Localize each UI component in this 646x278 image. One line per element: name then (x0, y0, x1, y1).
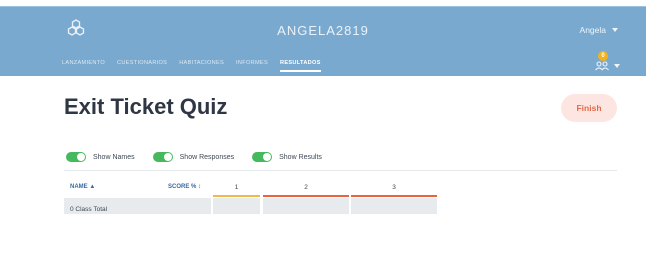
chevron-down-icon (614, 64, 620, 68)
main-nav: LANZAMIENTO CUESTIONARIOS HABITACIONES I… (62, 60, 321, 72)
user-name: Angela (579, 25, 606, 35)
question-1-result-bar (213, 195, 260, 197)
table-header-row: NAME ▲ SCORE % ↕ 1 2 3 (64, 184, 438, 197)
divider (64, 170, 617, 171)
app-title: ANGELA2819 (277, 23, 369, 38)
nav-item-resultados[interactable]: RESULTADOS (279, 60, 321, 72)
question-2-result-bar (263, 195, 349, 197)
toggle-switch[interactable] (66, 152, 86, 162)
question-1-cell (213, 198, 260, 214)
nav-item-informes[interactable]: INFORMES (236, 60, 268, 66)
question-2-cell (263, 198, 349, 214)
toggle-label: Show Responses (179, 153, 235, 161)
toggle-label: Show Results (279, 153, 322, 161)
toggle-show-responses[interactable]: Show Responses (152, 152, 235, 162)
display-toggles: Show Names Show Responses Show Results (66, 152, 322, 162)
toggle-show-names[interactable]: Show Names (66, 152, 135, 162)
top-navigation-bar: ANGELA2819 Angela LANZAMIENTO CUESTIONAR… (0, 6, 646, 76)
column-header-question-1[interactable]: 1 (213, 184, 260, 191)
finish-button[interactable]: Finish (561, 94, 617, 122)
row-name: 0 Class Total (70, 206, 108, 213)
toggle-show-results[interactable]: Show Results (252, 152, 322, 162)
column-header-question-3[interactable]: 3 (351, 184, 437, 191)
notification-badge: 0 (598, 51, 608, 61)
name-cell: 0 Class Total (64, 198, 211, 214)
notifications-button[interactable]: 0 (594, 51, 620, 73)
chevron-down-icon (612, 28, 618, 32)
user-menu[interactable]: Angela (580, 25, 618, 35)
column-header-question-2[interactable]: 2 (263, 184, 349, 191)
toggle-switch[interactable] (152, 152, 173, 162)
question-3-cell (351, 198, 437, 214)
question-3-result-bar (351, 195, 437, 197)
page-title: Exit Ticket Quiz (64, 94, 228, 119)
toggle-label: Show Names (93, 153, 135, 161)
nav-item-cuestionarios[interactable]: CUESTIONARIOS (117, 60, 167, 66)
nav-item-lanzamiento[interactable]: LANZAMIENTO (62, 60, 105, 66)
nav-item-habitaciones[interactable]: HABITACIONES (179, 60, 224, 66)
column-header-name[interactable]: NAME ▲ (70, 184, 95, 190)
toggle-switch[interactable] (252, 152, 273, 162)
table-row[interactable]: 0 Class Total (64, 198, 438, 214)
results-table: NAME ▲ SCORE % ↕ 1 2 3 0 Class Total (64, 184, 438, 214)
column-header-score[interactable]: SCORE % ↕ (168, 184, 201, 190)
